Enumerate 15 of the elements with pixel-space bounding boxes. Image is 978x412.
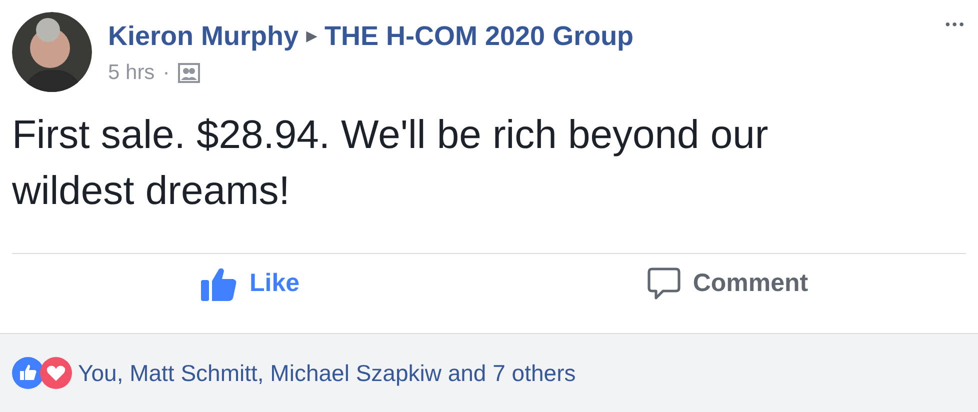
- author-name[interactable]: Kieron Murphy: [108, 19, 299, 53]
- timestamp[interactable]: 5 hrs: [108, 57, 155, 88]
- like-button[interactable]: Like: [12, 254, 489, 314]
- post-text: First sale. $28.94. We'll be rich beyond our wildest dreams!: [12, 112, 770, 215]
- more-options-button[interactable]: •••: [945, 14, 966, 35]
- thumbs-up-icon: [201, 267, 238, 301]
- like-reaction-icon: [12, 357, 44, 390]
- arrow-icon: ▸: [306, 19, 317, 53]
- speech-bubble-icon: [646, 267, 681, 301]
- separator-dot: ·: [162, 60, 170, 86]
- comment-button[interactable]: Comment: [489, 254, 966, 314]
- avatar[interactable]: [12, 12, 92, 92]
- heart-reaction-icon: [40, 357, 72, 390]
- group-name[interactable]: THE H-COM 2020 Group: [324, 19, 634, 53]
- group-audience-icon: [178, 62, 200, 83]
